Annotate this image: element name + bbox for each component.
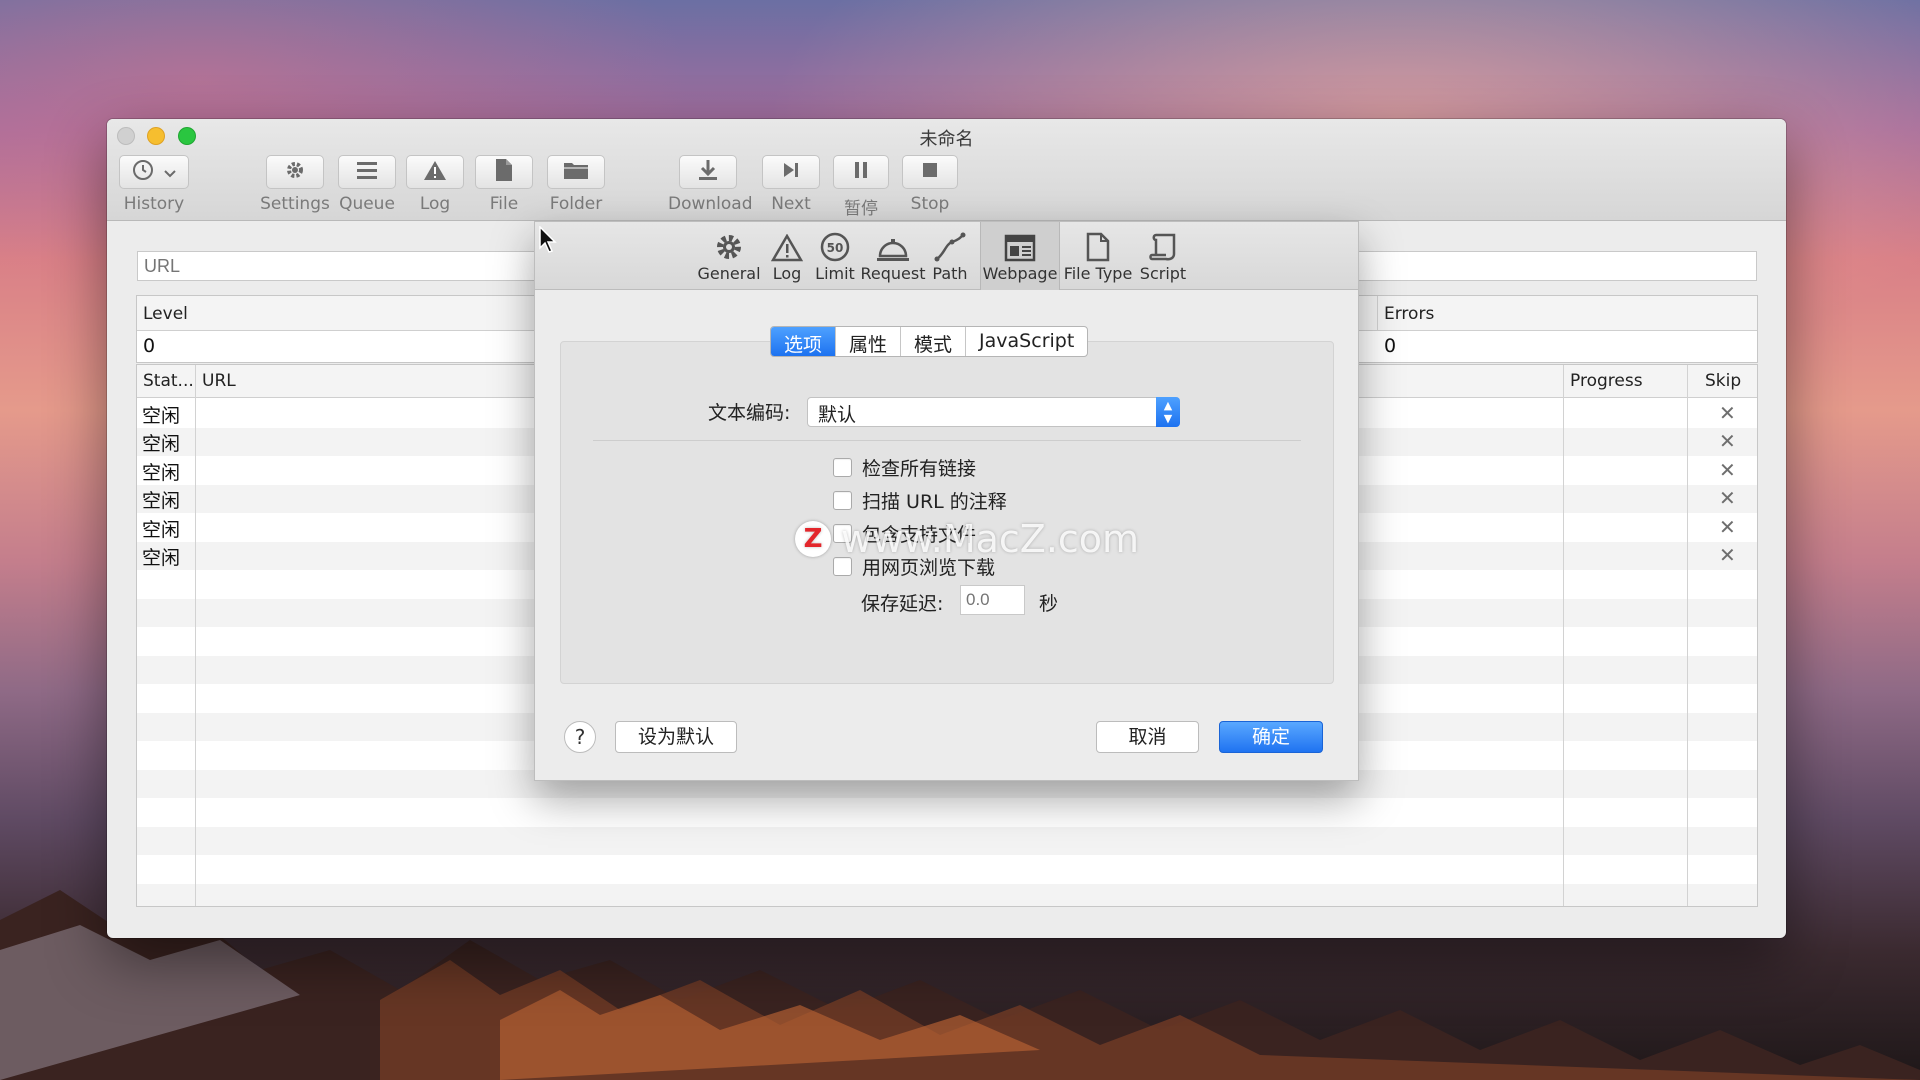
tab-path[interactable]: Path [927,222,973,290]
clock-icon [132,159,154,185]
help-button[interactable]: ? [564,721,596,753]
row-status: 空闲 [142,405,181,427]
segment-mode[interactable]: 模式 [901,327,967,356]
pause-label: 暂停 [844,199,878,219]
watermark: Z www.MacZ.com [795,517,1139,561]
script-icon [1137,222,1189,262]
webpage-icon [981,222,1059,262]
preferences-toolbar: General Log 50 Limit Request Path Webpag… [535,222,1358,290]
cancel-button[interactable]: 取消 [1096,721,1199,753]
chevron-down-icon [164,163,176,182]
svg-text:50: 50 [827,241,844,255]
seconds-unit-label: 秒 [1039,593,1059,615]
checkbox-label: 扫描 URL 的注释 [862,491,1007,513]
folder-icon [563,160,589,184]
encoding-value: 默认 [818,404,857,426]
download-label: Download [668,194,753,214]
check-all-links-checkbox[interactable] [833,458,852,477]
row-status: 空闲 [142,519,181,541]
segment-attributes[interactable]: 属性 [836,327,902,356]
folder-label: Folder [549,194,603,214]
tab-script[interactable]: Script [1137,222,1189,290]
close-icon[interactable]: ✕ [1719,458,1736,482]
warning-icon [423,159,447,185]
settings-label: Settings [260,194,330,214]
status-column-header[interactable]: Stat... [143,371,194,391]
download-button[interactable]: Download [668,155,753,214]
document-icon [1061,222,1135,262]
scan-url-comments-option[interactable]: 扫描 URL 的注释 [833,487,1007,514]
pause-icon [853,161,869,183]
close-icon[interactable]: ✕ [1719,401,1736,425]
row-status: 空闲 [142,490,181,512]
speed-limit-icon: 50 [811,222,859,262]
history-button[interactable]: History [119,155,189,214]
check-all-links-option[interactable]: 检查所有链接 [833,454,976,481]
warning-icon [764,222,810,262]
log-label: Log [419,194,451,214]
encoding-label: 文本编码: [708,402,791,424]
stop-icon [922,162,938,182]
tab-log[interactable]: Log [764,222,810,290]
gear-icon [283,158,307,186]
service-bell-icon [860,222,926,262]
close-icon[interactable]: ✕ [1719,486,1736,510]
divider [593,440,1301,441]
folder-button[interactable]: Folder [541,155,611,214]
stop-button[interactable]: Stop [902,155,958,214]
errors-header: Errors [1384,304,1435,324]
save-delay-input[interactable] [960,585,1025,615]
download-icon [696,158,720,186]
row-status: 空闲 [142,547,181,569]
mouse-cursor-icon [539,226,557,253]
progress-column-header[interactable]: Progress [1570,371,1643,391]
tab-file-type[interactable]: File Type [1061,222,1135,290]
watermark-text: www.MacZ.com [841,517,1140,561]
queue-button[interactable]: Queue [337,155,397,214]
tab-webpage[interactable]: Webpage [980,222,1060,290]
path-icon [927,222,973,262]
close-icon[interactable]: ✕ [1719,429,1736,453]
segment-options[interactable]: 选项 [771,327,837,356]
close-icon[interactable]: ✕ [1719,515,1736,539]
up-down-arrows-icon: ▲ ▼ [1156,397,1180,427]
next-label: Next [771,194,811,214]
macz-logo-icon: Z [795,521,831,557]
url-column-header[interactable]: URL [202,371,236,391]
checkbox-label: 检查所有链接 [862,458,977,480]
row-status: 空闲 [142,462,181,484]
stop-label: Stop [910,194,950,214]
webpage-segmented-control: 选项 属性 模式 JavaScript [770,326,1089,357]
ok-button[interactable]: 确定 [1219,721,1323,753]
tab-limit[interactable]: 50 Limit [811,222,859,290]
row-status: 空闲 [142,433,181,455]
file-button[interactable]: File [474,155,534,214]
segment-javascript[interactable]: JavaScript [966,327,1087,356]
save-delay-label: 保存延迟: [861,593,944,615]
skip-column-header[interactable]: Skip [1705,371,1741,391]
settings-button[interactable]: Settings [260,155,330,214]
level-value: 0 [143,335,156,357]
gear-icon [695,222,763,262]
level-header: Level [143,304,188,324]
scan-url-comments-checkbox[interactable] [833,491,852,510]
preferences-sheet: General Log 50 Limit Request Path Webpag… [534,221,1359,781]
next-button[interactable]: Next [762,155,820,214]
history-label: History [123,194,185,214]
document-icon [495,158,513,186]
errors-value: 0 [1384,335,1397,357]
list-icon [355,160,379,184]
skip-next-icon [781,161,801,183]
log-button[interactable]: Log [405,155,465,214]
queue-label: Queue [339,194,395,214]
file-label: File [489,194,519,214]
title-bar: 未命名 History Settings Queue Log File Fold… [107,119,1786,221]
tab-general[interactable]: General [695,222,763,290]
tab-request[interactable]: Request [860,222,926,290]
window-title: 未命名 [919,129,974,150]
pause-button[interactable]: 暂停 [833,155,889,219]
set-default-button[interactable]: 设为默认 [615,721,737,753]
encoding-select[interactable]: 默认 ▲ ▼ [807,397,1180,427]
close-icon[interactable]: ✕ [1719,543,1736,567]
